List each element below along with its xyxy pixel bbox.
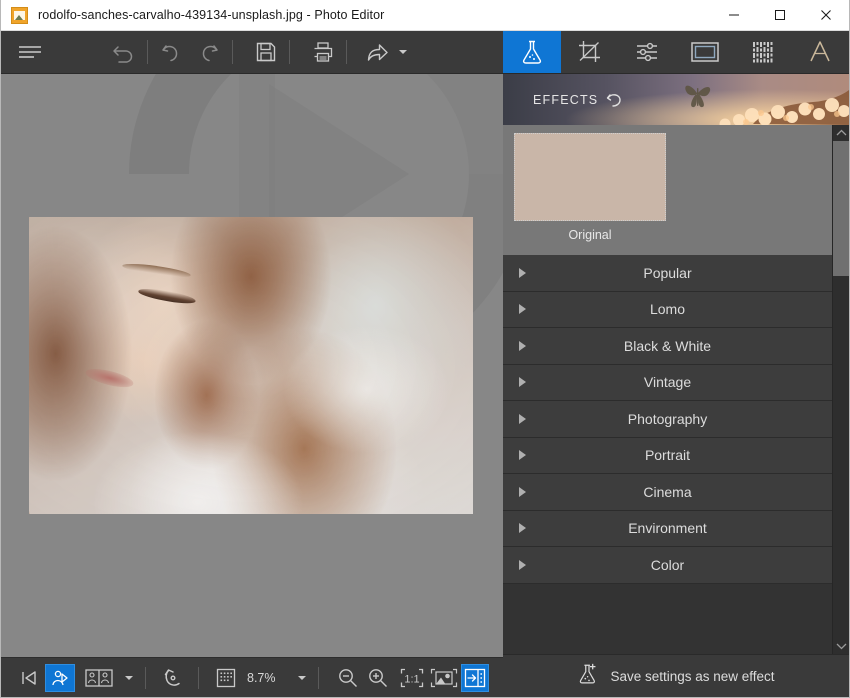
flask-plus-icon [577,662,601,691]
tab-textures[interactable] [734,31,792,73]
scroll-up-arrow-icon[interactable] [833,125,850,141]
redo-button[interactable] [190,33,228,71]
category-label: Portrait [644,447,691,464]
effects-header-title: EFFECTS [533,92,599,107]
photo-editor-window: rodolfo-sanches-carvalho-439134-unsplash… [0,0,850,698]
save-effect-bar[interactable]: Save settings as new effect [503,654,849,697]
minimize-button[interactable] [711,0,757,31]
fit-to-screen-button[interactable] [427,664,461,692]
photo-soft-overlay [29,217,473,514]
category-label: Environment [628,520,707,537]
actual-size-button[interactable]: 1:1 [397,664,427,692]
undo-button[interactable] [152,33,190,71]
category-label: Lomo [649,301,686,318]
effect-category-lomo[interactable]: Lomo [503,291,832,328]
zoom-dropdown-caret[interactable] [297,675,306,680]
tab-crop[interactable] [561,31,619,73]
original-thumbnail[interactable] [514,133,666,221]
effects-scroll-area[interactable]: Original Popular Lomo Black & White Vint… [503,125,832,654]
bottom-separator [198,666,199,689]
slideshow-button[interactable] [45,663,75,692]
chevron-right-icon [519,523,526,534]
zoom-in-button[interactable] [363,664,393,692]
compare-button[interactable] [81,664,117,692]
tab-text[interactable] [791,31,849,73]
zoom-level-value: 8.7% [247,670,276,685]
list-filler [503,583,832,644]
effect-category-portrait[interactable]: Portrait [503,437,832,474]
save-effect-label: Save settings as new effect [610,668,775,684]
menu-button[interactable] [13,33,47,71]
toolbar-separator [346,40,347,64]
category-label: Color [650,556,685,573]
zoom-level-icon[interactable] [211,664,241,692]
bottom-separator [145,666,146,689]
category-label: Black & White [623,337,712,354]
scrollbar-track[interactable] [832,141,849,638]
maximize-button[interactable] [757,0,803,31]
effect-category-cinema[interactable]: Cinema [503,474,832,511]
category-label: Photography [627,410,708,427]
effect-category-black-and-white[interactable]: Black & White [503,328,832,365]
effects-side-panel: EFFECTS Original Popular Lomo Black & Wh… [503,31,849,697]
scrollbar-thumb[interactable] [832,141,849,276]
category-label: Cinema [643,483,692,500]
chevron-right-icon [519,450,526,461]
window-controls [711,0,849,31]
bottom-toolbar: 8.7% 1:1 [1,657,505,697]
share-button[interactable] [359,33,397,71]
compare-dropdown-caret[interactable] [125,675,133,680]
effect-category-popular[interactable]: Popular [503,255,832,292]
category-label: Popular [643,264,692,281]
zoom-out-button[interactable] [333,664,363,692]
chevron-right-icon [519,267,526,278]
scroll-down-arrow-icon[interactable] [833,638,850,654]
tab-adjustments[interactable] [618,31,676,73]
toolbar-separator [289,40,290,64]
rotate-button[interactable] [158,664,188,692]
tab-frames[interactable] [676,31,734,73]
main-toolbar [1,31,505,74]
toggle-panel-button[interactable] [460,663,489,692]
title-bar: rodolfo-sanches-carvalho-439134-unsplash… [1,0,849,31]
original-thumb-label: Original [568,228,612,242]
window-title: rodolfo-sanches-carvalho-439134-unsplash… [38,8,385,22]
svg-text:1:1: 1:1 [404,673,419,685]
toolbar-separator [147,40,148,64]
effects-list-container: Original Popular Lomo Black & White Vint… [503,125,849,654]
app-icon [11,6,28,24]
image-canvas[interactable] [1,74,505,657]
original-thumb-block[interactable]: Original [503,125,832,255]
bottom-separator [317,666,319,689]
chevron-right-icon [519,559,526,570]
effects-scrollbar[interactable] [832,125,849,654]
chevron-right-icon [519,377,526,388]
chevron-right-icon [519,413,526,424]
chevron-right-icon [519,304,526,315]
reset-arrow-icon[interactable] [606,91,624,109]
share-dropdown-caret[interactable] [399,50,407,54]
print-button[interactable] [304,33,342,71]
close-button[interactable] [803,0,849,31]
toolbar-separator [232,40,233,64]
save-button[interactable] [247,33,285,71]
undo-all-button[interactable] [105,33,143,71]
effect-category-vintage[interactable]: Vintage [503,364,832,401]
tab-effects[interactable] [503,31,561,73]
effects-header: EFFECTS [503,74,849,125]
category-label: Vintage [643,374,692,391]
edited-photo[interactable] [29,217,473,514]
effect-category-environment[interactable]: Environment [503,510,832,547]
tool-tabstrip [503,31,849,74]
chevron-right-icon [519,486,526,497]
chevron-right-icon [519,340,526,351]
effect-category-color[interactable]: Color [503,547,832,584]
effect-category-photography[interactable]: Photography [503,401,832,438]
previous-image-button[interactable] [15,664,45,692]
